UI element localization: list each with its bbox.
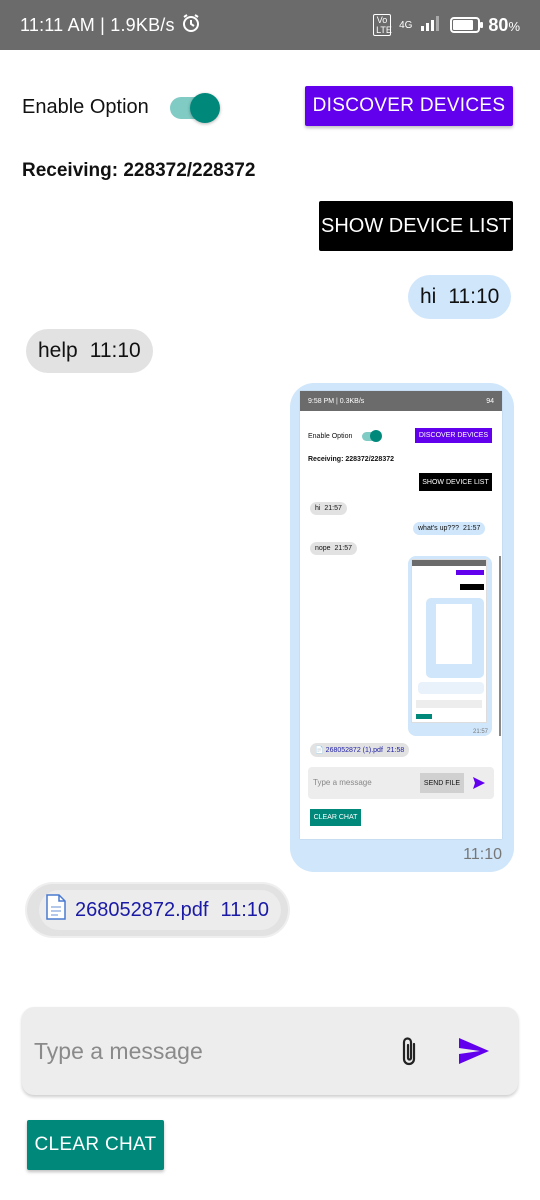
- status-time: 11:11 AM | 1.9KB/s: [20, 14, 175, 35]
- enable-option-toggle[interactable]: [170, 93, 220, 123]
- message-time: 11:10: [448, 285, 500, 308]
- image-message[interactable]: 9:58 PM | 0.3KB/s 94 Enable Option DISCO…: [290, 383, 514, 872]
- file-name: 268052872.pdf: [75, 898, 209, 921]
- inner-toggle: [362, 430, 382, 442]
- inner-send-file-button: SEND FILE: [420, 773, 464, 793]
- discover-devices-button[interactable]: DISCOVER DEVICES: [305, 86, 513, 126]
- message-time: 11:10: [220, 898, 270, 921]
- enable-option-label: Enable Option: [22, 96, 149, 118]
- inner-composer: Type a message SEND FILE: [308, 767, 494, 799]
- message-time: 11:10: [463, 846, 502, 863]
- inner-image-message: 21:57: [408, 556, 492, 736]
- message-input[interactable]: [34, 1031, 374, 1071]
- inner-battery: 94: [486, 397, 494, 405]
- inner-device-list-button: SHOW DEVICE LIST: [419, 473, 492, 491]
- document-icon: [45, 894, 67, 926]
- message-text: hi: [420, 285, 437, 308]
- message-received[interactable]: help 11:10: [26, 329, 153, 373]
- inner-message: hi 21:57: [310, 502, 347, 515]
- inner-clear-button: CLEAR CHAT: [310, 809, 361, 826]
- message-composer: [22, 1007, 518, 1095]
- alarm-icon: [181, 13, 201, 38]
- image-attachment[interactable]: 9:58 PM | 0.3KB/s 94 Enable Option DISCO…: [300, 391, 502, 839]
- show-device-list-button[interactable]: SHOW DEVICE LIST: [319, 201, 513, 251]
- clear-chat-button[interactable]: CLEAR CHAT: [27, 1120, 164, 1170]
- file-message[interactable]: 268052872.pdf 11:10: [27, 884, 288, 936]
- inner-message: what's up??? 21:57: [413, 522, 486, 535]
- inner-discover-button: DISCOVER DEVICES: [415, 428, 492, 443]
- inner-status-bar: 9:58 PM | 0.3KB/s 94: [300, 391, 502, 411]
- message-time: 11:10: [89, 339, 141, 362]
- battery-icon: [450, 17, 484, 33]
- inner-scrollbar: [499, 556, 501, 736]
- inner-file-message: 📄 268052872 (1).pdf 21:58: [310, 743, 410, 757]
- message-sent[interactable]: hi 11:10: [408, 275, 512, 319]
- send-icon[interactable]: [458, 1037, 490, 1070]
- inner-status-time: 9:58 PM | 0.3KB/s: [308, 397, 365, 405]
- inner-send-icon: [473, 777, 485, 789]
- nested-screenshot: [411, 559, 487, 723]
- file-link[interactable]: 268052872.pdf 11:10: [39, 890, 282, 930]
- message-text: help: [38, 339, 78, 362]
- volte-icon: Vo LTE: [373, 14, 392, 36]
- inner-enable-label: Enable Option: [308, 433, 353, 440]
- battery-unit: %: [508, 18, 520, 34]
- inner-message: nope 21:57: [310, 542, 357, 555]
- inner-image-time: 21:57: [472, 729, 488, 735]
- battery-level: 80: [488, 14, 509, 35]
- inner-receiving: Receiving: 228372/228372: [308, 456, 395, 463]
- paperclip-icon[interactable]: [398, 1035, 420, 1074]
- network-label: 4G: [399, 19, 413, 31]
- toggle-knob: [190, 93, 220, 123]
- inner-placeholder: Type a message: [313, 778, 372, 787]
- receiving-status: Receiving: 228372/228372: [22, 160, 256, 181]
- signal-icon: [420, 15, 442, 36]
- status-bar: 11:11 AM | 1.9KB/s Vo LTE 4G 80%: [0, 0, 540, 50]
